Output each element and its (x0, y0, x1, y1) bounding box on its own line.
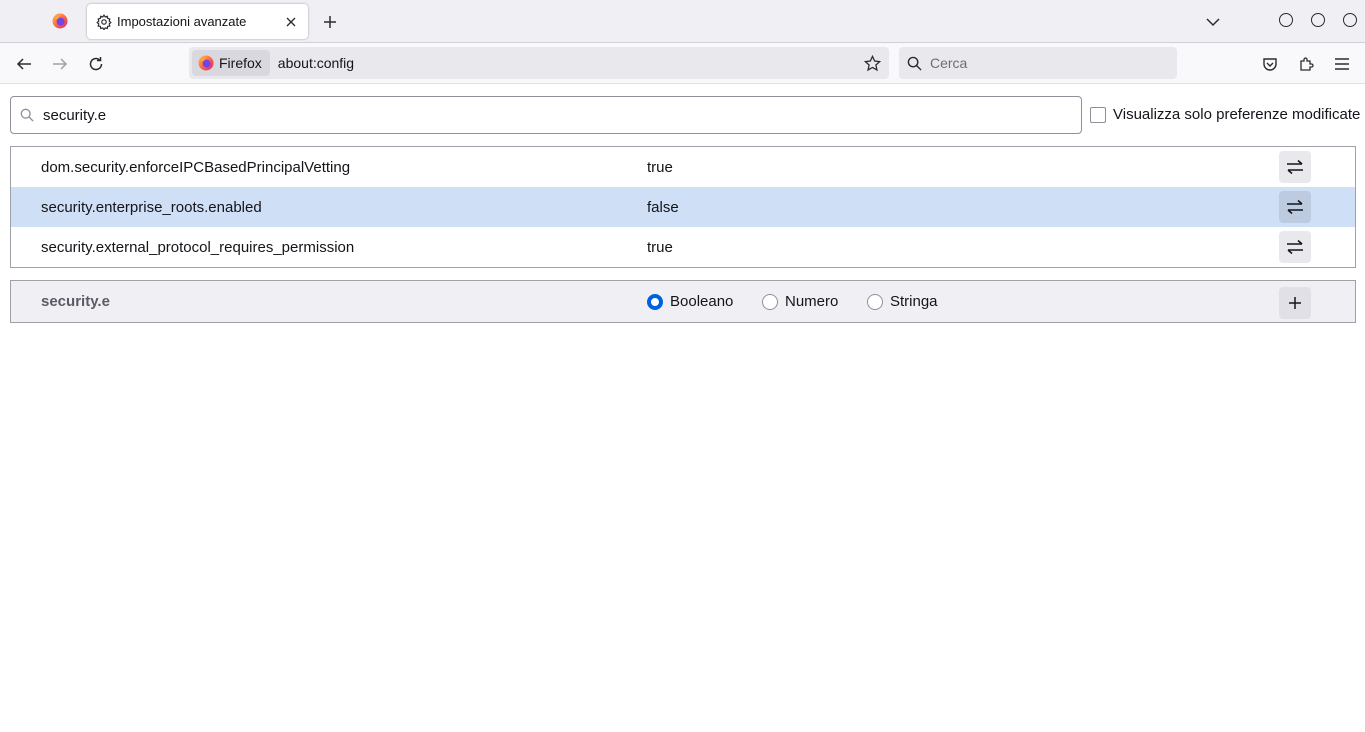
plus-icon (324, 16, 336, 28)
radio-dot[interactable] (762, 293, 778, 310)
bookmark-star-icon[interactable] (858, 49, 886, 77)
plus-icon (1289, 297, 1301, 309)
radio-label: Booleano (670, 293, 734, 310)
navigation-toolbar: Firefox about:config (0, 43, 1365, 84)
puzzle-icon (1300, 57, 1314, 71)
add-preference-button[interactable] (1279, 287, 1311, 319)
radio-label: Numero (785, 293, 839, 310)
minimize-button[interactable] (1279, 13, 1293, 27)
identity-box[interactable]: Firefox (192, 50, 270, 76)
search-bar[interactable] (899, 47, 1177, 79)
chevron-down-icon (1206, 18, 1220, 27)
forward-button[interactable] (45, 49, 75, 79)
show-modified-checkbox[interactable] (1090, 106, 1106, 123)
preference-name: security.external_protocol_requires_perm… (41, 238, 355, 256)
menu-button[interactable] (1327, 49, 1357, 79)
toggle-arrows-icon (1287, 239, 1303, 255)
table-row[interactable]: dom.security.enforceIPCBasedPrincipalVet… (11, 147, 1355, 187)
reload-icon (89, 57, 103, 71)
show-modified-toggle[interactable]: Visualizza solo preferenze modificate (1090, 106, 1360, 123)
pocket-button[interactable] (1255, 49, 1285, 79)
preference-search-field[interactable] (10, 96, 1082, 134)
preference-name: security.enterprise_roots.enabled (41, 198, 262, 216)
toggle-arrows-icon (1287, 159, 1303, 175)
search-icon (20, 107, 36, 123)
firefox-icon (52, 13, 68, 29)
maximize-button[interactable] (1311, 13, 1325, 27)
preferences-table: dom.security.enforceIPCBasedPrincipalVet… (10, 146, 1356, 268)
preference-value: true (647, 238, 673, 256)
toggle-button[interactable] (1279, 151, 1311, 183)
preference-value: false (647, 198, 679, 216)
radio-dot[interactable] (647, 293, 663, 310)
preference-name: dom.security.enforceIPCBasedPrincipalVet… (41, 158, 351, 176)
toggle-arrows-icon (1287, 199, 1303, 215)
list-all-tabs-button[interactable] (1199, 8, 1227, 36)
radio-boolean[interactable]: Booleano (647, 293, 733, 310)
extensions-button[interactable] (1291, 49, 1321, 79)
toggle-button[interactable] (1279, 191, 1311, 223)
table-row[interactable]: security.enterprise_roots.enabled false (11, 187, 1355, 227)
radio-number[interactable]: Numero (762, 293, 838, 310)
new-preference-name: security.e (41, 293, 110, 310)
search-icon (907, 55, 923, 71)
hamburger-menu-icon (1335, 58, 1349, 70)
radio-label: Stringa (890, 293, 938, 310)
firefox-icon (198, 55, 214, 71)
preference-value: true (647, 158, 673, 176)
arrow-left-icon (16, 58, 31, 70)
firefox-view-button[interactable] (40, 4, 80, 38)
identity-label: Firefox (219, 55, 262, 71)
close-tab-icon[interactable] (279, 10, 303, 34)
new-tab-button[interactable] (316, 8, 344, 36)
pocket-icon (1263, 58, 1277, 71)
radio-string[interactable]: Stringa (867, 293, 938, 310)
tab-advanced-settings[interactable]: Impostazioni avanzate (87, 4, 308, 39)
show-modified-label: Visualizza solo preferenze modificate (1113, 106, 1361, 123)
toggle-button[interactable] (1279, 231, 1311, 263)
gear-icon (96, 13, 112, 30)
tab-bar: Impostazioni avanzate (0, 0, 1365, 43)
reload-button[interactable] (81, 49, 111, 79)
table-row[interactable]: security.external_protocol_requires_perm… (11, 227, 1355, 267)
tab-title: Impostazioni avanzate (117, 14, 247, 29)
arrow-right-icon (53, 58, 68, 70)
url-bar[interactable]: Firefox about:config (189, 47, 889, 79)
radio-dot[interactable] (867, 293, 883, 310)
url-text[interactable]: about:config (278, 55, 858, 71)
back-button[interactable] (9, 49, 39, 79)
close-window-button[interactable] (1343, 13, 1357, 27)
add-preference-row: security.e Booleano Numero Stringa (10, 280, 1356, 323)
search-input[interactable] (930, 55, 1160, 71)
preference-search-input[interactable] (43, 106, 1043, 124)
